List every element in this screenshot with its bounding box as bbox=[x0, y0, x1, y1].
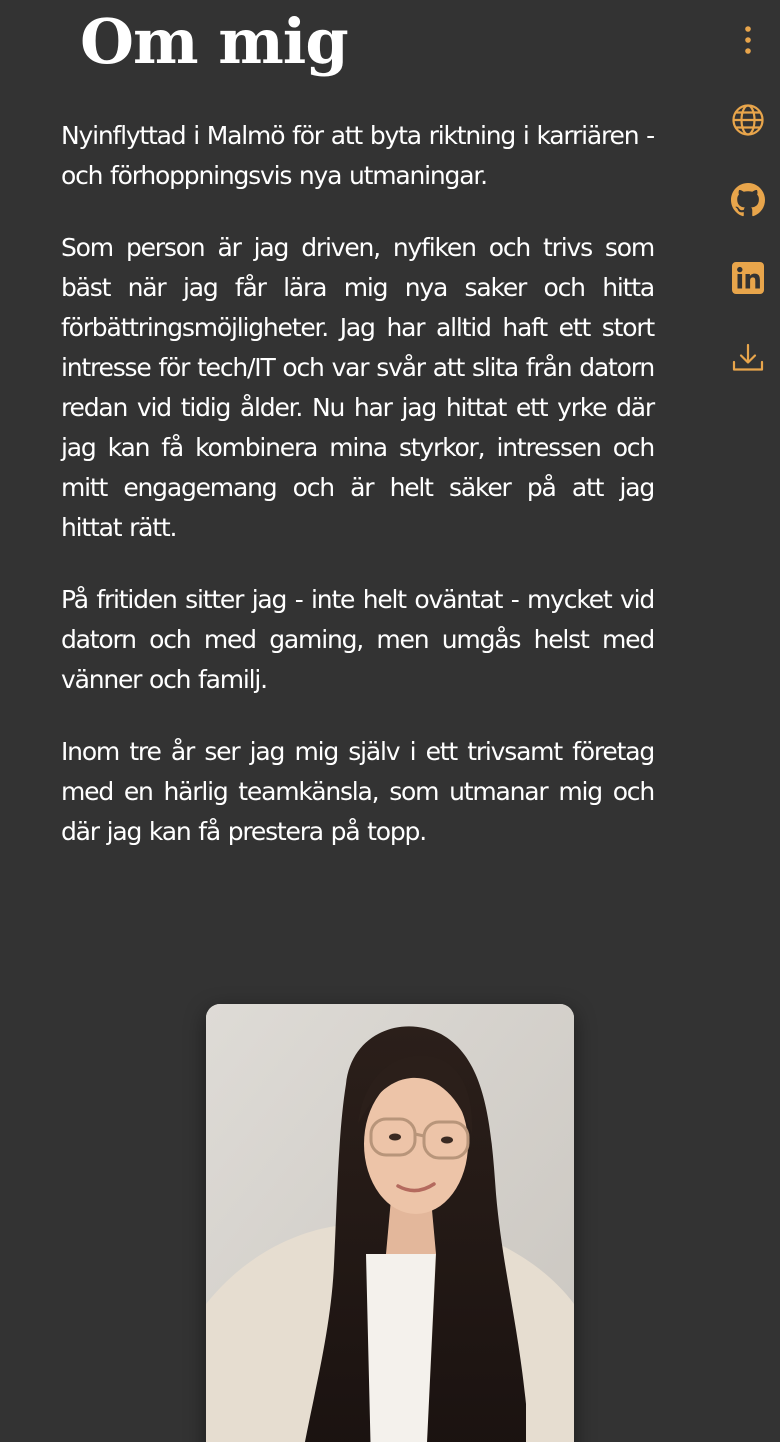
linkedin-link[interactable] bbox=[728, 258, 768, 298]
about-text: Nyinflyttad i Malmö för att byta riktnin… bbox=[61, 116, 655, 884]
github-icon bbox=[731, 183, 765, 217]
about-paragraph-1: Nyinflyttad i Malmö för att byta riktnin… bbox=[61, 121, 655, 190]
more-vertical-icon bbox=[745, 26, 751, 54]
page-title: Om mig bbox=[80, 5, 349, 78]
about-paragraph-2: Som person är jag driven, nyfiken och tr… bbox=[61, 233, 655, 542]
github-link[interactable] bbox=[728, 180, 768, 220]
portrait-photo bbox=[206, 1004, 574, 1442]
more-menu-button[interactable] bbox=[728, 20, 768, 60]
globe-icon bbox=[732, 104, 764, 136]
about-paragraph-3: På fritiden sitter jag - inte helt ovänt… bbox=[61, 585, 655, 694]
linkedin-icon bbox=[732, 262, 764, 294]
website-link[interactable] bbox=[728, 100, 768, 140]
download-icon bbox=[732, 343, 764, 371]
portrait-illustration bbox=[206, 1004, 574, 1442]
download-cv-button[interactable] bbox=[728, 338, 768, 378]
about-paragraph-4: Inom tre år ser jag mig själv i ett triv… bbox=[61, 737, 655, 846]
